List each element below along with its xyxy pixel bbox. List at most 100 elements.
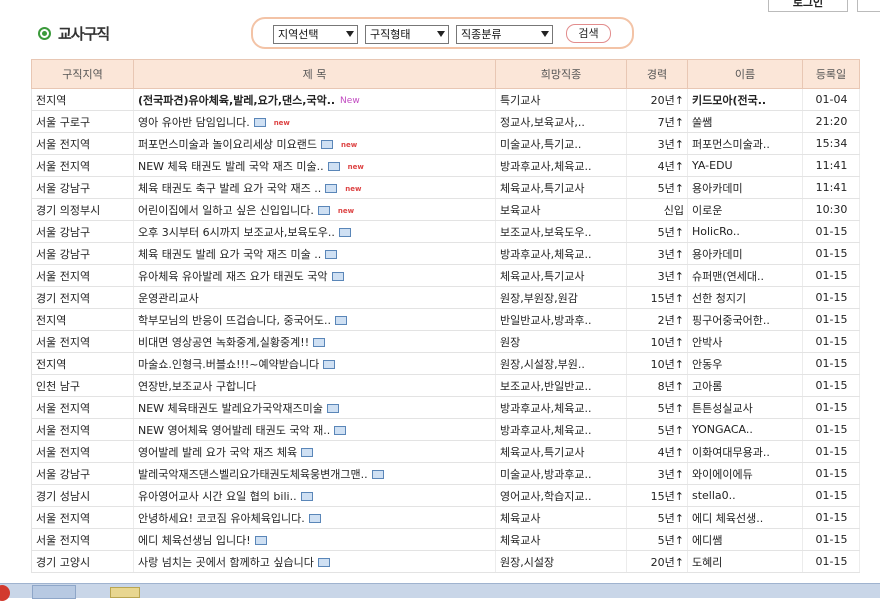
- table-row[interactable]: 경기 전지역 운영관리교사 원장,부원장,원감 15년↑ 선한 청지기 01-1…: [31, 286, 860, 309]
- title-link[interactable]: 영아 유아반 담임입니다.: [138, 116, 250, 129]
- table-row[interactable]: 서울 전지역 에디 체육선생님 입니다! 체육교사 5년↑ 에디쌤 01-15: [31, 528, 860, 551]
- page-title: 교사구직: [58, 24, 110, 43]
- cell-title[interactable]: (전국파견)유아체육,발레,요가,댄스,국악.. New: [133, 88, 496, 111]
- top-button-extra[interactable]: [857, 0, 880, 12]
- cell-title[interactable]: 어린이집에서 일하고 싶은 신입입니다. new: [133, 198, 496, 221]
- cell-title[interactable]: 체육 태권도 축구 발레 요가 국악 재즈 .. new: [133, 176, 496, 199]
- cell-title[interactable]: NEW 체육태권도 발레요가국악재즈미술: [133, 396, 496, 419]
- table-row[interactable]: 서울 전지역 퍼포먼스미술과 놀이요리세상 미요랜드 new 미술교사,특기교..…: [31, 132, 860, 155]
- table-row[interactable]: 인천 남구 연장반,보조교사 구합니다 보조교사,반일반교.. 8년↑ 고아롬 …: [31, 374, 860, 397]
- cell-job: 보조교사,반일반교..: [495, 374, 627, 397]
- title-link[interactable]: 유아체육 유아발레 재즈 요가 태권도 국악: [138, 270, 328, 283]
- title-link[interactable]: 마술쇼.인형극.버블쇼!!!~예약받습니다: [138, 358, 319, 371]
- title-link[interactable]: 오후 3시부터 6시까지 보조교사,보육도우..: [138, 226, 335, 239]
- title-link[interactable]: 안녕하세요! 코코짐 유아체육입니다.: [138, 512, 305, 525]
- screen-icon: [325, 183, 338, 193]
- cell-name: 키드모아(전국..: [687, 88, 803, 111]
- table-row[interactable]: 서울 강남구 오후 3시부터 6시까지 보조교사,보육도우.. 보조교사,보육도…: [31, 220, 860, 243]
- cell-title[interactable]: 체육 태권도 발레 요가 국악 재즈 미술 ..: [133, 242, 496, 265]
- cell-job: 영어교사,학습지교..: [495, 484, 627, 507]
- start-orb-icon[interactable]: [0, 585, 10, 601]
- cell-title[interactable]: 유아영어교사 시간 요일 협의 bili..: [133, 484, 496, 507]
- category-select[interactable]: 직종분류: [456, 25, 553, 44]
- table-row[interactable]: 서울 전지역 영어발레 발레 요가 국악 재즈 체육 체육교사,특기교사 4년↑…: [31, 440, 860, 463]
- cell-title[interactable]: 유아체육 유아발레 재즈 요가 태권도 국악: [133, 264, 496, 287]
- column-header-name: 이름: [687, 59, 803, 89]
- title-link[interactable]: 비대면 영상공연 녹화중계,실황중계!!: [138, 336, 309, 349]
- title-link[interactable]: 연장반,보조교사 구합니다: [138, 380, 256, 393]
- cell-title[interactable]: 안녕하세요! 코코짐 유아체육입니다.: [133, 506, 496, 529]
- cell-name: 이로운: [687, 198, 803, 221]
- title-link[interactable]: NEW 영어체육 영어발레 태권도 국악 재..: [138, 424, 330, 437]
- cell-title[interactable]: NEW 영어체육 영어발레 태권도 국악 재..: [133, 418, 496, 441]
- table-row[interactable]: 서울 강남구 체육 태권도 축구 발레 요가 국악 재즈 .. new 체육교사,…: [31, 176, 860, 199]
- type-select[interactable]: 구직형태: [365, 25, 449, 44]
- region-select[interactable]: 지역선택: [273, 25, 358, 44]
- cell-job: 방과후교사,체육교..: [495, 418, 627, 441]
- title-link[interactable]: 유아영어교사 시간 요일 협의 bili..: [138, 490, 297, 503]
- title-link[interactable]: 퍼포먼스미술과 놀이요리세상 미요랜드: [138, 138, 317, 151]
- title-link[interactable]: 발레국악재즈댄스벨리요가태권도체육웅변개그맨..: [138, 468, 368, 481]
- title-link[interactable]: (전국파견)유아체육,발레,요가,댄스,국악..: [138, 94, 335, 107]
- cell-date: 01-15: [802, 308, 860, 331]
- cell-name: YA-EDU: [687, 154, 803, 177]
- cell-title[interactable]: 마술쇼.인형극.버블쇼!!!~예약받습니다: [133, 352, 496, 375]
- table-row[interactable]: 전지역 마술쇼.인형극.버블쇼!!!~예약받습니다 원장,시설장,부원.. 10…: [31, 352, 860, 375]
- cell-date: 01-15: [802, 440, 860, 463]
- screen-icon: [327, 161, 340, 171]
- table-row[interactable]: 서울 구로구 영아 유아반 담임입니다. new 정교사,보육교사,.. 7년↑ …: [31, 110, 860, 133]
- title-link[interactable]: 운영관리교사: [138, 292, 199, 305]
- table-row[interactable]: 서울 강남구 발레국악재즈댄스벨리요가태권도체육웅변개그맨.. 미술교사,방과후…: [31, 462, 860, 485]
- cell-title[interactable]: 운영관리교사: [133, 286, 496, 309]
- screen-icon: [323, 359, 336, 369]
- table-row[interactable]: 경기 의정부시 어린이집에서 일하고 싶은 신입입니다. new 보육교사 신입 …: [31, 198, 860, 221]
- title-link[interactable]: 체육 태권도 축구 발레 요가 국악 재즈 ..: [138, 182, 321, 195]
- cell-title[interactable]: 영아 유아반 담임입니다. new: [133, 110, 496, 133]
- folder-icon[interactable]: [110, 587, 140, 598]
- cell-title[interactable]: 발레국악재즈댄스벨리요가태권도체육웅변개그맨..: [133, 462, 496, 485]
- new-badge: new: [337, 206, 355, 215]
- title-link[interactable]: 사랑 넘치는 곳에서 함께하고 싶습니다: [138, 556, 314, 569]
- cell-career: 20년↑: [626, 550, 688, 573]
- title-link[interactable]: 어린이집에서 일하고 싶은 신입입니다.: [138, 204, 314, 217]
- cell-region: 서울 구로구: [31, 110, 134, 133]
- table-row[interactable]: 서울 전지역 안녕하세요! 코코짐 유아체육입니다. 체육교사 5년↑ 에디 체…: [31, 506, 860, 529]
- cell-title[interactable]: 사랑 넘치는 곳에서 함께하고 싶습니다: [133, 550, 496, 573]
- table-row[interactable]: 서울 전지역 비대면 영상공연 녹화중계,실황중계!! 원장 10년↑ 안박사 …: [31, 330, 860, 353]
- cell-name: 안동우: [687, 352, 803, 375]
- title-link[interactable]: 영어발레 발레 요가 국악 재즈 체육: [138, 446, 297, 459]
- table-row[interactable]: 서울 전지역 유아체육 유아발레 재즈 요가 태권도 국악 체육교사,특기교사 …: [31, 264, 860, 287]
- title-link[interactable]: 체육 태권도 발레 요가 국악 재즈 미술 ..: [138, 248, 321, 261]
- cell-title[interactable]: 에디 체육선생님 입니다!: [133, 528, 496, 551]
- table-row[interactable]: 전지역 (전국파견)유아체육,발레,요가,댄스,국악.. New 특기교사 20년…: [31, 88, 860, 111]
- table-row[interactable]: 서울 전지역 NEW 체육태권도 발레요가국악재즈미술 방과후교사,체육교.. …: [31, 396, 860, 419]
- cell-title[interactable]: 연장반,보조교사 구합니다: [133, 374, 496, 397]
- cell-title[interactable]: 오후 3시부터 6시까지 보조교사,보육도우..: [133, 220, 496, 243]
- title-link[interactable]: 에디 체육선생님 입니다!: [138, 534, 251, 547]
- search-button[interactable]: 검색: [566, 24, 611, 43]
- table-row[interactable]: 서울 강남구 체육 태권도 발레 요가 국악 재즈 미술 .. 방과후교사,체육…: [31, 242, 860, 265]
- new-badge: new: [347, 162, 364, 171]
- new-badge: new: [341, 140, 358, 149]
- table-row[interactable]: 경기 성남시 유아영어교사 시간 요일 협의 bili.. 영어교사,학습지교.…: [31, 484, 860, 507]
- cell-title[interactable]: NEW 체육 태권도 발레 국악 재즈 미술.. new: [133, 154, 496, 177]
- table-row[interactable]: 서울 전지역 NEW 체육 태권도 발레 국악 재즈 미술.. new 방과후교사…: [31, 154, 860, 177]
- table-row[interactable]: 경기 고양시 사랑 넘치는 곳에서 함께하고 싶습니다 원장,시설장 20년↑ …: [31, 550, 860, 573]
- cell-title[interactable]: 영어발레 발레 요가 국악 재즈 체육: [133, 440, 496, 463]
- login-button[interactable]: 로그인: [768, 0, 848, 12]
- cell-title[interactable]: 학부모님의 반응이 뜨겁습니다, 중국어도..: [133, 308, 496, 331]
- title-link[interactable]: NEW 체육태권도 발레요가국악재즈미술: [138, 402, 323, 415]
- category-select-value: 직종분류: [461, 28, 502, 41]
- table-row[interactable]: 전지역 학부모님의 반응이 뜨겁습니다, 중국어도.. 반일반교사,방과후.. …: [31, 308, 860, 331]
- cell-job: 원장: [495, 330, 627, 353]
- table-row[interactable]: 서울 전지역 NEW 영어체육 영어발레 태권도 국악 재.. 방과후교사,체육…: [31, 418, 860, 441]
- cell-date: 01-15: [802, 484, 860, 507]
- cell-job: 미술교사,방과후교..: [495, 462, 627, 485]
- title-link[interactable]: NEW 체육 태권도 발레 국악 재즈 미술..: [138, 160, 324, 173]
- screen-icon: [317, 557, 330, 567]
- cell-title[interactable]: 비대면 영상공연 녹화중계,실황중계!!: [133, 330, 496, 353]
- cell-title[interactable]: 퍼포먼스미술과 놀이요리세상 미요랜드 new: [133, 132, 496, 155]
- title-link[interactable]: 학부모님의 반응이 뜨겁습니다, 중국어도..: [138, 314, 331, 327]
- column-header-date: 등록일: [802, 59, 860, 89]
- screen-icon: [317, 205, 330, 215]
